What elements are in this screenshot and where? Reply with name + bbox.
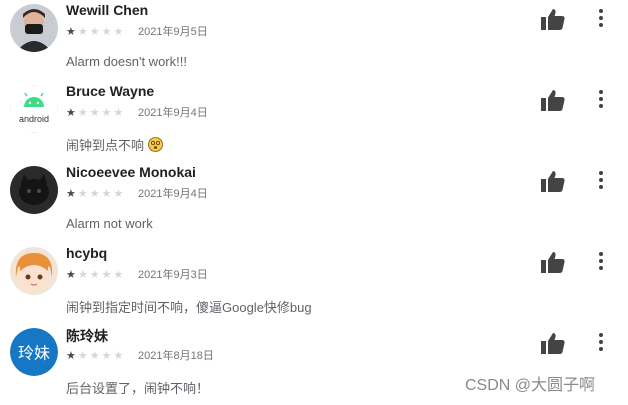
star-icon: ★ bbox=[101, 269, 112, 281]
star-icon: ★ bbox=[113, 269, 124, 281]
review-text: 闹钟到指定时间不响，傻逼Google快修bug bbox=[66, 300, 312, 315]
avatar[interactable]: 玲妹 bbox=[10, 328, 58, 376]
more-vert-icon[interactable] bbox=[598, 252, 604, 270]
star-icon: ★ bbox=[101, 26, 112, 38]
star-icon: ★ bbox=[66, 269, 76, 281]
avatar-label: 玲妹 bbox=[18, 344, 50, 363]
avatar-label: android bbox=[19, 114, 49, 124]
review-date: 2021年9月4日 bbox=[138, 107, 208, 119]
review-item: Wewill Chen ★ ★ ★ ★ ★ 2021年9月5日 Alarm do… bbox=[0, 0, 628, 81]
more-vert-icon[interactable] bbox=[598, 171, 604, 189]
star-icon: ★ bbox=[66, 26, 76, 38]
review-text: Alarm doesn't work!!! bbox=[66, 54, 187, 69]
review-item: android Bruce Wayne ★ ★ ★ ★ ★ 2021年9月4日 … bbox=[0, 81, 628, 162]
star-icon: ★ bbox=[89, 26, 100, 38]
reviewer-name[interactable]: 陈玲妹 bbox=[66, 326, 108, 346]
star-icon: ★ bbox=[77, 107, 88, 119]
more-vert-icon[interactable] bbox=[598, 90, 604, 108]
reviewer-name[interactable]: Wewill Chen bbox=[66, 2, 148, 18]
thumbs-up-icon[interactable] bbox=[541, 251, 565, 273]
star-rating: ★ ★ ★ ★ ★ bbox=[66, 188, 125, 200]
star-icon: ★ bbox=[113, 107, 124, 119]
star-icon: ★ bbox=[89, 350, 100, 362]
star-icon: ★ bbox=[101, 188, 112, 200]
watermark: CSDN @大圆子啊 bbox=[465, 377, 596, 394]
avatar[interactable]: android bbox=[10, 85, 58, 133]
star-icon: ★ bbox=[77, 350, 88, 362]
review-text-content: 闹钟到点不响 bbox=[66, 138, 145, 153]
star-icon: ★ bbox=[89, 269, 100, 281]
reviewer-name[interactable]: Nicoeevee Monokai bbox=[66, 164, 196, 180]
dizzy-emoji-icon bbox=[147, 137, 163, 152]
star-icon: ★ bbox=[113, 188, 124, 200]
star-rating: ★ ★ ★ ★ ★ bbox=[66, 269, 125, 281]
review-text: 闹钟到点不响 bbox=[66, 135, 163, 154]
review-item: Nicoeevee Monokai ★ ★ ★ ★ ★ 2021年9月4日 Al… bbox=[0, 162, 628, 243]
reviewer-name[interactable]: hcybq bbox=[66, 245, 107, 261]
review-text: 后台设置了，闹钟不响！ bbox=[66, 381, 210, 396]
thumbs-up-icon[interactable] bbox=[541, 170, 565, 192]
star-rating: ★ ★ ★ ★ ★ bbox=[66, 350, 125, 362]
star-icon: ★ bbox=[66, 350, 76, 362]
star-icon: ★ bbox=[113, 26, 124, 38]
thumbs-up-icon[interactable] bbox=[541, 8, 565, 30]
avatar[interactable] bbox=[10, 247, 58, 295]
more-vert-icon[interactable] bbox=[598, 9, 604, 27]
star-icon: ★ bbox=[113, 350, 124, 362]
star-icon: ★ bbox=[66, 107, 76, 119]
star-icon: ★ bbox=[101, 107, 112, 119]
star-icon: ★ bbox=[101, 350, 112, 362]
star-icon: ★ bbox=[77, 26, 88, 38]
review-date: 2021年9月3日 bbox=[138, 269, 208, 281]
more-vert-icon[interactable] bbox=[598, 333, 604, 351]
star-icon: ★ bbox=[89, 188, 100, 200]
review-date: 2021年8月18日 bbox=[138, 350, 214, 362]
review-date: 2021年9月5日 bbox=[138, 26, 208, 38]
star-rating: ★ ★ ★ ★ ★ bbox=[66, 107, 125, 119]
review-date: 2021年9月4日 bbox=[138, 188, 208, 200]
star-rating: ★ ★ ★ ★ ★ bbox=[66, 26, 125, 38]
star-icon: ★ bbox=[77, 269, 88, 281]
thumbs-up-icon[interactable] bbox=[541, 332, 565, 354]
thumbs-up-icon[interactable] bbox=[541, 89, 565, 111]
star-icon: ★ bbox=[66, 188, 76, 200]
avatar[interactable] bbox=[10, 4, 58, 52]
review-item: hcybq ★ ★ ★ ★ ★ 2021年9月3日 闹钟到指定时间不响，傻逼Go… bbox=[0, 243, 628, 324]
reviewer-name[interactable]: Bruce Wayne bbox=[66, 83, 154, 99]
star-icon: ★ bbox=[77, 188, 88, 200]
review-text: Alarm not work bbox=[66, 216, 153, 231]
star-icon: ★ bbox=[89, 107, 100, 119]
avatar[interactable] bbox=[10, 166, 58, 214]
